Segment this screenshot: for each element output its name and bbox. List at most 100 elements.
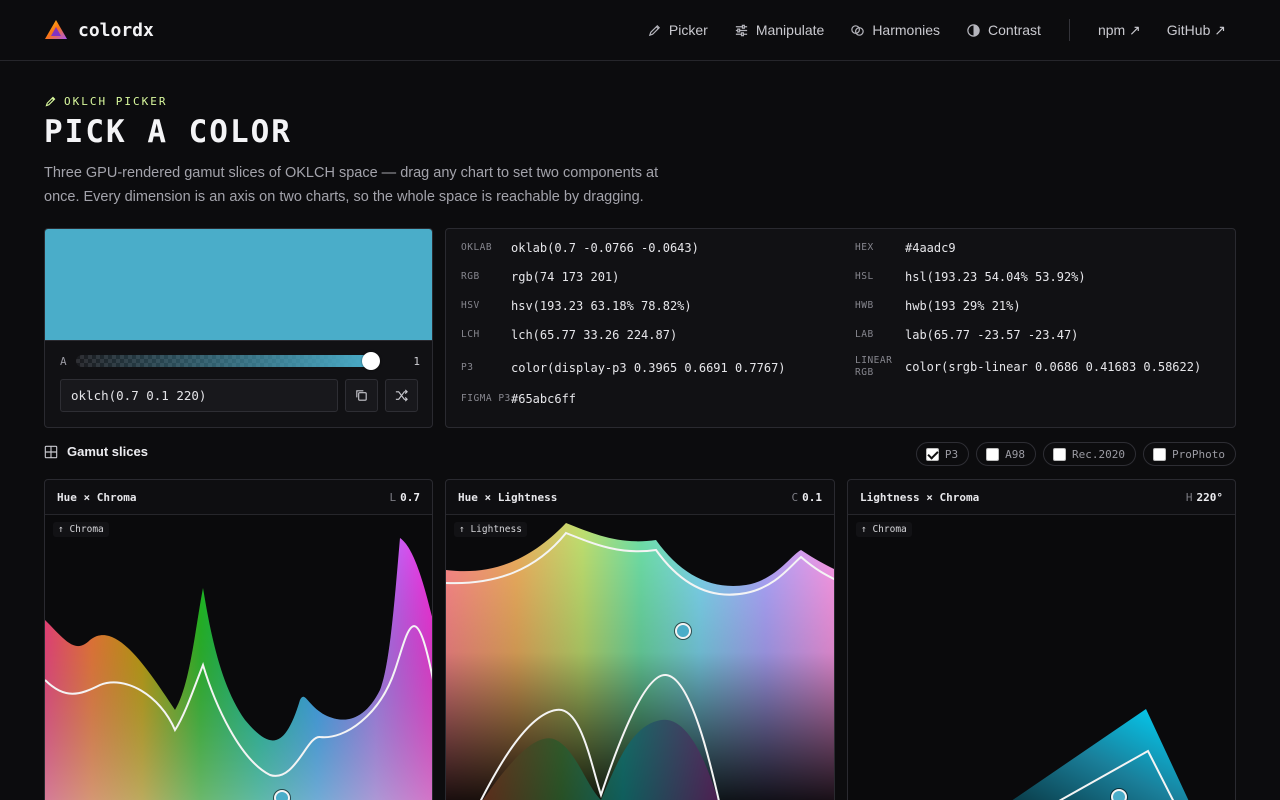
nav-link-label: Manipulate xyxy=(755,22,825,38)
format-value: hwb(193 29% 21%) xyxy=(905,299,1021,313)
panel-lightness-chroma: Lightness × Chroma H 220° ↑ Chroma xyxy=(847,479,1236,800)
copy-button[interactable] xyxy=(345,379,378,412)
fixed-val: 220° xyxy=(1196,490,1224,504)
format-figma-p3[interactable]: FIGMA P3 #65abc6ff xyxy=(461,392,576,406)
checkbox-checked-icon[interactable] xyxy=(925,447,939,461)
format-key: LINEAR RGB xyxy=(855,355,893,378)
nav-link-contrast[interactable]: Contrast xyxy=(966,22,1041,38)
nav-link-picker[interactable]: Picker xyxy=(647,22,708,38)
color-handle[interactable] xyxy=(675,623,691,639)
format-key: HSV xyxy=(461,300,480,311)
nav-link-manipulate[interactable]: Manipulate xyxy=(734,22,825,38)
format-hsl[interactable]: HSL hsl(193.23 54.04% 53.92%) xyxy=(855,270,1086,284)
format-value: hsv(193.23 63.18% 78.82%) xyxy=(511,299,692,313)
axis-label: ↑ Chroma xyxy=(53,522,109,537)
fixed-key: L xyxy=(389,490,397,504)
gamut-slice-svg xyxy=(45,538,432,800)
panel-title: Lightness × Chroma xyxy=(860,490,980,504)
color-input-row xyxy=(60,379,418,412)
panel-hue-chroma: Hue × Chroma L 0.7 ↑ Chroma xyxy=(44,479,433,800)
color-preview-card: A 1 xyxy=(44,228,433,428)
panel-fixed-value: C 0.1 xyxy=(792,491,823,504)
gamut-slice-svg xyxy=(446,523,834,800)
format-hex[interactable]: HEX #4aadc9 xyxy=(855,241,956,255)
gamut-toggle-p3[interactable]: P3 xyxy=(915,442,970,466)
page-title: PICK A COLOR xyxy=(44,114,292,150)
format-linear-rgb[interactable]: LINEAR RGB color(srgb-linear 0.0686 0.41… xyxy=(855,355,1201,379)
format-key: LAB xyxy=(855,329,874,340)
copy-icon xyxy=(356,390,367,401)
nav-link-label: npm ↗ xyxy=(1097,21,1141,38)
format-value: oklab(0.7 -0.0766 -0.0643) xyxy=(511,241,699,255)
shuffle-icon xyxy=(395,389,408,402)
format-value: lch(65.77 33.26 224.87) xyxy=(511,328,678,342)
color-swatch xyxy=(45,229,432,341)
toggle-label: Rec.2020 xyxy=(1072,447,1126,461)
format-value: rgb(74 173 201) xyxy=(511,270,620,284)
gamut-toggle-rec2020[interactable]: Rec.2020 xyxy=(1043,442,1137,466)
gamut-section-header: Gamut slices xyxy=(44,444,148,459)
alpha-slider-thumb[interactable] xyxy=(362,352,380,370)
format-key: HWB xyxy=(855,300,874,311)
format-key: P3 xyxy=(461,362,474,373)
nav-link-label: GitHub ↗ xyxy=(1166,21,1226,38)
nav-link-label: Harmonies xyxy=(872,22,941,38)
panel-fixed-value: H 220° xyxy=(1186,491,1223,504)
toggle-label: A98 xyxy=(1005,447,1026,461)
toggle-label: P3 xyxy=(944,447,959,461)
toggle-label: ProPhoto xyxy=(1172,447,1225,461)
format-p3[interactable]: P3 color(display-p3 0.3965 0.6691 0.7767… xyxy=(461,361,786,375)
nav-link-harmonies[interactable]: Harmonies xyxy=(850,22,940,38)
checkbox-icon[interactable] xyxy=(1153,447,1167,461)
shuffle-button[interactable] xyxy=(385,379,418,412)
format-hsv[interactable]: HSV hsv(193.23 63.18% 78.82%) xyxy=(461,299,692,313)
nav-link-github[interactable]: GitHub ↗ xyxy=(1167,22,1226,39)
checkbox-icon[interactable] xyxy=(986,447,1000,461)
nav-link-label: Picker xyxy=(668,22,708,38)
fixed-key: H xyxy=(1185,490,1193,504)
panel-title: Hue × Chroma xyxy=(57,490,137,504)
panel-title: Hue × Lightness xyxy=(458,490,558,504)
format-value: #65abc6ff xyxy=(511,392,577,406)
brand[interactable]: colordx xyxy=(44,18,154,42)
color-handle[interactable] xyxy=(274,790,290,800)
format-value: hsl(193.23 54.04% 53.92%) xyxy=(905,270,1086,284)
axis-label: ↑ Lightness xyxy=(454,522,527,537)
eyebrow: OKLCH PICKER xyxy=(44,95,167,108)
alpha-slider[interactable] xyxy=(76,352,380,370)
axis-label: ↑ Chroma xyxy=(856,522,912,537)
sliders-icon xyxy=(735,24,747,36)
pen-icon xyxy=(45,96,56,107)
panel-header: Hue × Chroma L 0.7 xyxy=(45,480,432,515)
gamut-toggle-prophoto[interactable]: ProPhoto xyxy=(1143,442,1236,466)
format-lch[interactable]: LCH lch(65.77 33.26 224.87) xyxy=(461,328,677,342)
nav-link-label: Contrast xyxy=(988,22,1041,38)
format-hwb[interactable]: HWB hwb(193 29% 21%) xyxy=(855,299,1021,313)
format-oklab[interactable]: OKLAB oklab(0.7 -0.0766 -0.0643) xyxy=(461,241,699,255)
fixed-key: C xyxy=(791,490,799,504)
format-rgb[interactable]: RGB rgb(74 173 201) xyxy=(461,270,619,284)
checkbox-icon[interactable] xyxy=(1053,447,1067,461)
format-key: FIGMA P3 xyxy=(461,393,511,404)
panel-fixed-value: L 0.7 xyxy=(390,491,421,504)
color-formats-card: OKLAB oklab(0.7 -0.0766 -0.0643) RGB rgb… xyxy=(445,228,1236,428)
format-key: HSL xyxy=(855,271,874,282)
gamut-plot-lightness-chroma[interactable]: ↑ Chroma xyxy=(848,515,1235,800)
nav-link-npm[interactable]: npm ↗ xyxy=(1098,22,1141,39)
color-input[interactable] xyxy=(60,379,338,412)
pen-icon xyxy=(648,24,660,36)
format-value: color(display-p3 0.3965 0.6691 0.7767) xyxy=(511,361,786,375)
gamut-toggle-a98[interactable]: A98 xyxy=(976,442,1037,466)
panel-header: Lightness × Chroma H 220° xyxy=(848,480,1235,515)
nav-divider xyxy=(1068,19,1070,41)
format-lab[interactable]: LAB lab(65.77 -23.57 -23.47) xyxy=(855,328,1078,342)
format-key: HEX xyxy=(855,242,874,253)
gamut-plot-hue-chroma[interactable]: ↑ Chroma xyxy=(45,515,432,800)
gamut-plot-hue-lightness[interactable]: ↑ Lightness xyxy=(446,515,834,800)
color-handle[interactable] xyxy=(1111,789,1127,800)
format-value: #4aadc9 xyxy=(905,241,956,255)
format-value: lab(65.77 -23.57 -23.47) xyxy=(905,328,1079,342)
format-key: OKLAB xyxy=(461,242,493,253)
circles-icon xyxy=(851,24,865,36)
page-description: Three GPU-rendered gamut slices of OKLCH… xyxy=(44,165,659,205)
